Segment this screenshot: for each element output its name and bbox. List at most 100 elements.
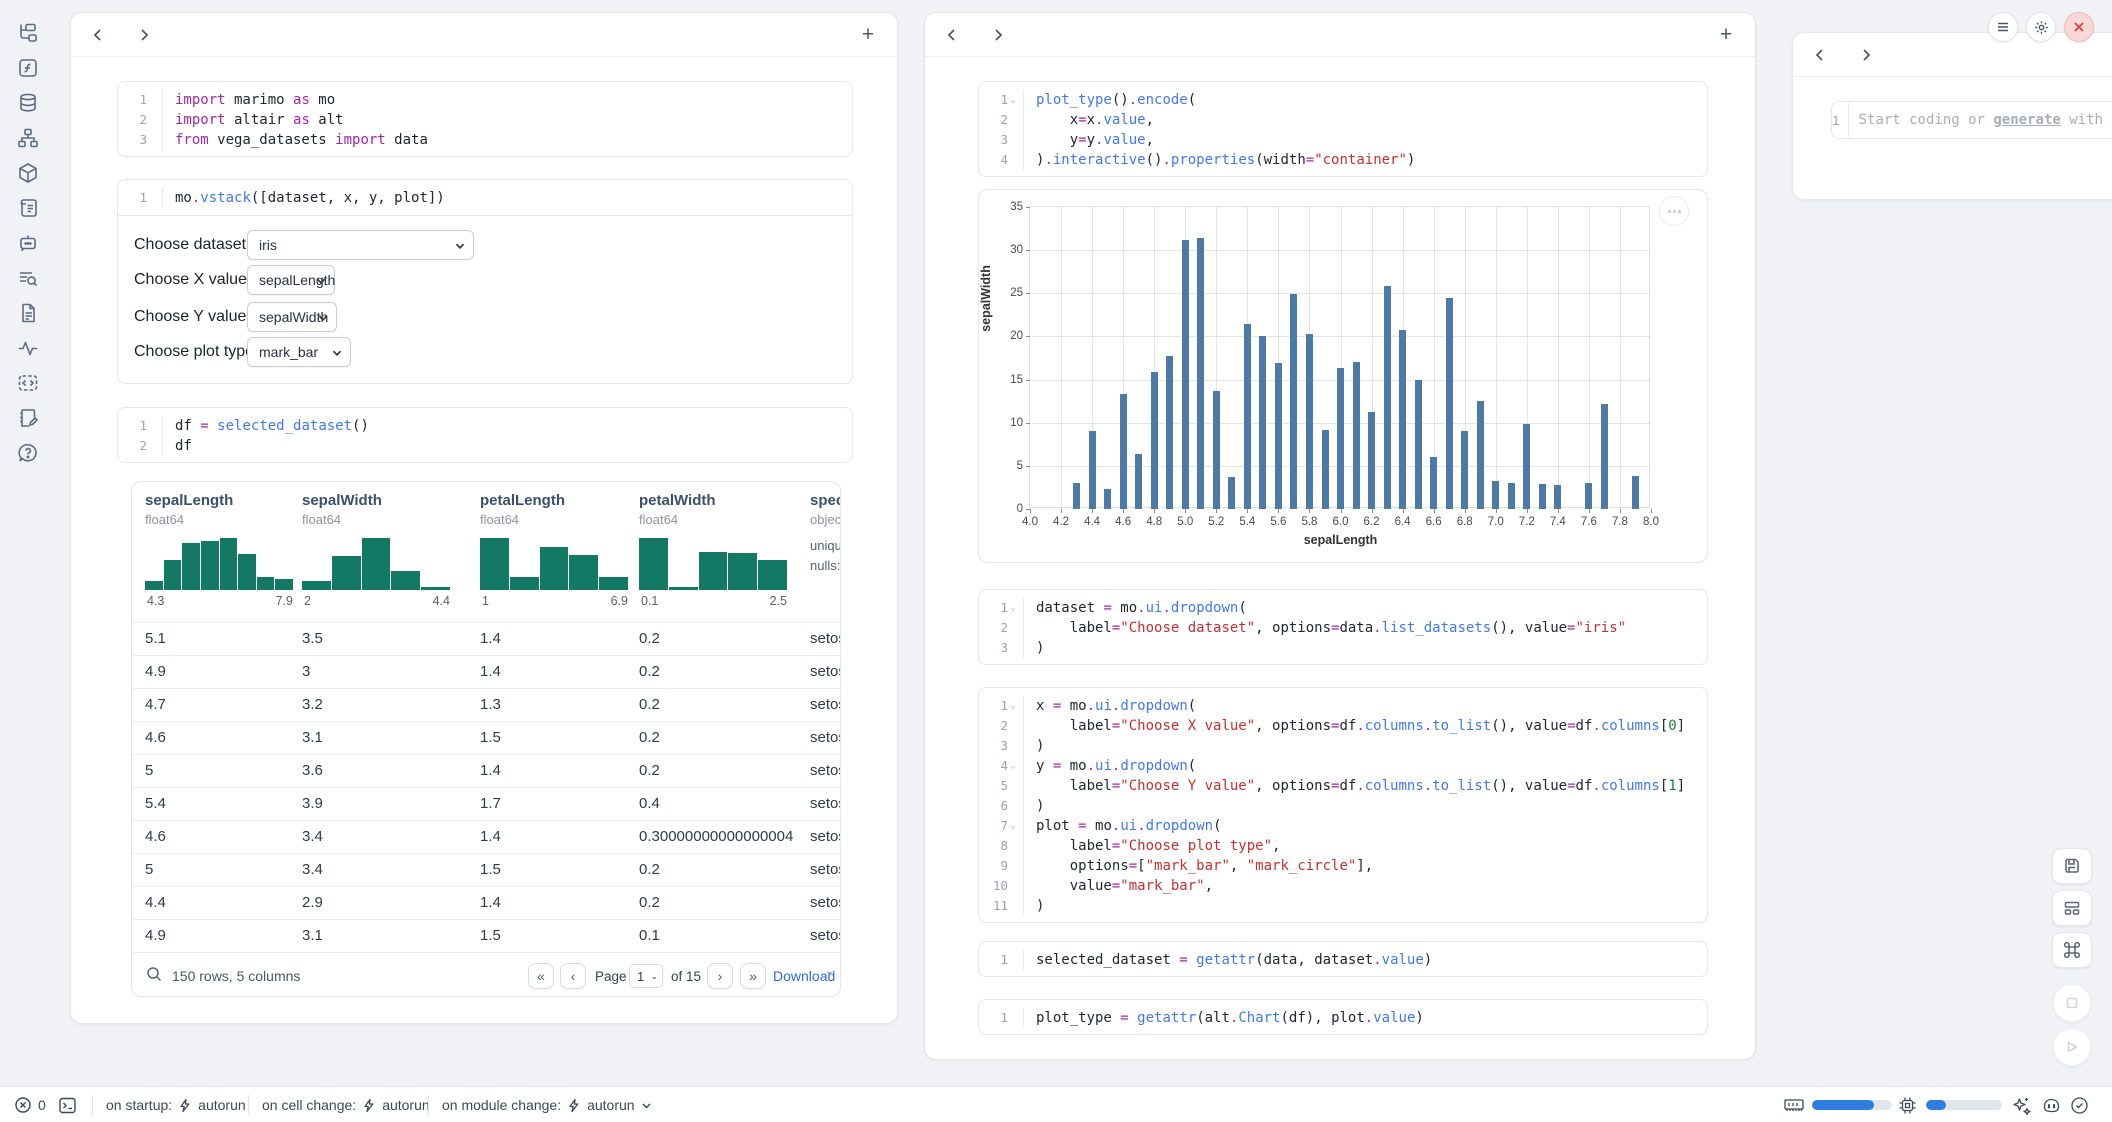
column-header[interactable]: petalWidth xyxy=(639,492,716,509)
line-number: 1 xyxy=(1000,950,1008,970)
error-indicator[interactable]: 0 xyxy=(14,1087,46,1122)
notebook-edit-icon[interactable] xyxy=(11,407,45,429)
chevron-left-icon[interactable] xyxy=(937,20,967,50)
notebook-column-left: + 1import marimo as mo2import altair as … xyxy=(70,12,898,1024)
chart-bar xyxy=(1213,391,1220,509)
command-palette-button[interactable] xyxy=(2052,932,2092,968)
code-cell-imports[interactable]: 1import marimo as mo2import altair as al… xyxy=(117,81,853,157)
line-gutter: 1 xyxy=(118,188,162,208)
table-cell: 5.4 xyxy=(145,795,166,812)
chevron-down-icon xyxy=(454,240,466,252)
table-row[interactable]: 4.931.40.2setosa xyxy=(132,655,840,688)
search-icon[interactable] xyxy=(146,966,163,983)
autorun-startup[interactable]: on startup: autorun xyxy=(106,1087,246,1122)
dataset-dropdown[interactable]: iris xyxy=(247,230,474,260)
table-row[interactable]: 5.43.91.70.4setosa xyxy=(132,787,840,820)
histogram-bar xyxy=(275,579,293,590)
code-cell-selected-dataset[interactable]: 1selected_dataset = getattr(data, datase… xyxy=(978,941,1708,977)
prev-page-button[interactable]: ‹ xyxy=(560,963,586,989)
line-gutter: 2 xyxy=(979,716,1023,736)
terminal-button[interactable] xyxy=(58,1087,77,1122)
layout-button[interactable] xyxy=(2052,890,2092,926)
ai-sparkles-button[interactable] xyxy=(2012,1087,2031,1122)
column-header[interactable]: species xyxy=(810,492,841,509)
table-row[interactable]: 4.73.21.30.2setosa xyxy=(132,688,840,721)
run-button[interactable] xyxy=(2053,1028,2091,1066)
next-page-button[interactable]: › xyxy=(707,963,733,989)
x-tick-label: 5.8 xyxy=(1301,516,1317,528)
add-cell-button[interactable]: + xyxy=(853,20,883,50)
table-row[interactable]: 5.13.51.40.2setosa xyxy=(132,622,840,655)
chevron-right-icon[interactable] xyxy=(983,20,1013,50)
table-row[interactable]: 53.61.40.2setosa xyxy=(132,754,840,787)
code-text: ) xyxy=(1023,736,1044,756)
code-snippet-icon[interactable] xyxy=(11,372,45,394)
code-cell-dataset-dropdown[interactable]: 1⌄dataset = mo.ui.dropdown(2 label="Choo… xyxy=(978,589,1708,665)
database-icon[interactable] xyxy=(11,92,45,114)
x-value-dropdown[interactable]: sepalLength xyxy=(247,265,335,295)
autorun-cell-change[interactable]: on cell change: autorun xyxy=(262,1087,430,1122)
first-page-button[interactable]: « xyxy=(528,963,554,989)
chevron-left-icon[interactable] xyxy=(1805,40,1835,70)
chart-menu-button[interactable] xyxy=(1659,196,1689,226)
code-cell-df[interactable]: 1df = selected_dataset()2df xyxy=(117,407,853,463)
code-cell-vstack-container: 1mo.vstack([dataset, x, y, plot]) Choose… xyxy=(117,179,853,384)
table-cell: 3.4 xyxy=(302,861,323,878)
activity-icon[interactable] xyxy=(11,337,45,359)
table-cell: 3 xyxy=(302,663,310,680)
search-list-icon[interactable] xyxy=(11,267,45,289)
x-tick-mark xyxy=(1558,509,1559,513)
copilot-indicator[interactable] xyxy=(2042,1087,2061,1122)
y-value-dropdown[interactable]: sepalWidth xyxy=(247,302,337,332)
file-tree-icon[interactable] xyxy=(11,22,45,44)
connection-status-icon[interactable] xyxy=(2070,1087,2089,1122)
stop-button[interactable] xyxy=(2053,984,2091,1022)
chatbot-icon[interactable] xyxy=(11,232,45,254)
line-number: 1 xyxy=(139,90,147,110)
function-icon[interactable] xyxy=(11,57,45,79)
package-icon[interactable] xyxy=(11,162,45,184)
line-number: 8 xyxy=(1000,836,1008,856)
column-header[interactable]: petalLength xyxy=(480,492,565,509)
table-row[interactable]: 4.63.11.50.2setosa xyxy=(132,721,840,754)
last-page-button[interactable]: » xyxy=(740,963,766,989)
code-line: 7⌄plot = mo.ui.dropdown( xyxy=(979,816,1707,836)
table-cell: 1.5 xyxy=(480,861,501,878)
scratchpad-input[interactable]: 1 Start coding or generate with AI. xyxy=(1831,101,2112,139)
generate-link[interactable]: generate xyxy=(1993,112,2060,128)
x-tick-mark xyxy=(1620,509,1621,513)
help-icon[interactable] xyxy=(11,442,45,464)
column-header[interactable]: sepalWidth xyxy=(302,492,382,509)
chevron-right-icon[interactable] xyxy=(129,20,159,50)
histogram-bar xyxy=(332,556,361,590)
chevron-right-icon[interactable] xyxy=(1851,40,1881,70)
close-button[interactable] xyxy=(2064,12,2094,42)
hierarchy-icon[interactable] xyxy=(11,127,45,149)
page-select[interactable]: 1⌄ xyxy=(629,964,663,988)
table-cell: 0.2 xyxy=(639,663,660,680)
code-cell-plot-encode[interactable]: 1⌄plot_type().encode(2 x=x.value,3 y=y.v… xyxy=(978,81,1708,177)
add-cell-button[interactable]: + xyxy=(1711,20,1741,50)
save-button[interactable] xyxy=(2052,848,2092,884)
code-line: 1selected_dataset = getattr(data, datase… xyxy=(979,950,1707,970)
autorun-module-change[interactable]: on module change: autorun xyxy=(442,1087,652,1122)
gridline xyxy=(1589,207,1590,509)
code-cell-vstack[interactable]: 1mo.vstack([dataset, x, y, plot]) xyxy=(117,179,853,216)
table-row[interactable]: 4.93.11.50.1setosa xyxy=(132,919,840,952)
plot-type-dropdown[interactable]: mark_bar xyxy=(247,337,351,367)
histogram-bar xyxy=(728,553,757,590)
table-cell: setosa xyxy=(810,861,841,878)
code-cell-xyplot-dropdowns[interactable]: 1⌄x = mo.ui.dropdown(2 label="Choose X v… xyxy=(978,687,1708,923)
settings-gear-button[interactable] xyxy=(2026,12,2056,42)
script-icon[interactable] xyxy=(11,197,45,219)
table-row[interactable]: 53.41.50.2setosa xyxy=(132,853,840,886)
chevron-left-icon[interactable] xyxy=(83,20,113,50)
column-header[interactable]: sepalLength xyxy=(145,492,233,509)
document-icon[interactable] xyxy=(11,302,45,324)
chart-bar xyxy=(1244,324,1251,509)
code-cell-plot-type[interactable]: 1plot_type = getattr(alt.Chart(df), plot… xyxy=(978,999,1708,1035)
menu-button[interactable] xyxy=(1988,12,2018,42)
altair-chart[interactable]: 4.04.24.44.64.85.05.25.45.65.86.06.26.46… xyxy=(978,189,1708,563)
table-row[interactable]: 4.63.41.40.30000000000000004setosa xyxy=(132,820,840,853)
table-row[interactable]: 4.42.91.40.2setosa xyxy=(132,886,840,919)
